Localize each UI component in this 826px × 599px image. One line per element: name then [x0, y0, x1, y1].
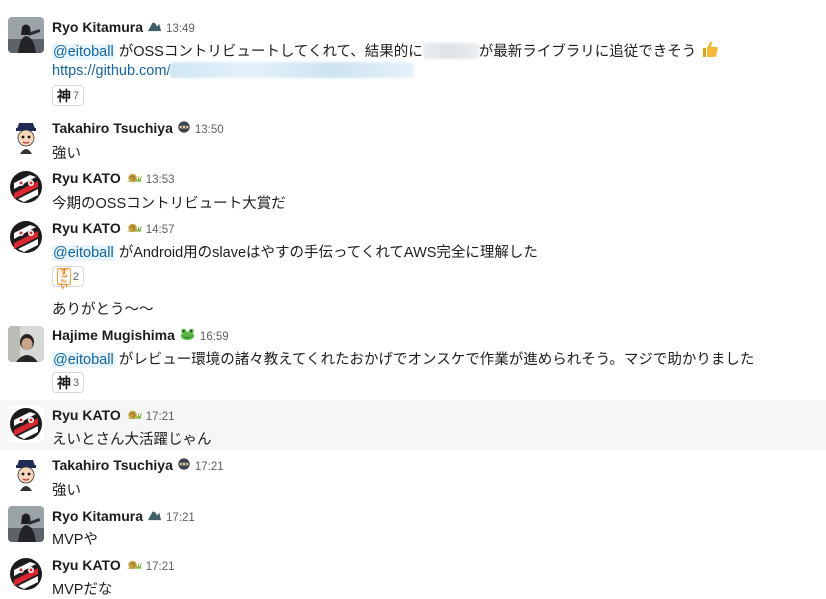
message-link[interactable]: https://github.com/ — [52, 62, 415, 79]
message-text: 強い — [52, 483, 81, 499]
avatar[interactable] — [8, 506, 44, 542]
snail-icon — [125, 408, 142, 426]
frog-icon — [179, 327, 196, 346]
avatar[interactable] — [8, 556, 44, 592]
avatar[interactable] — [8, 219, 44, 255]
avatar[interactable] — [8, 326, 44, 362]
snail-icon — [125, 171, 142, 189]
user-mention[interactable]: @eitoball — [52, 245, 115, 261]
message-text: MVPや — [52, 532, 98, 548]
message-text: 強い — [52, 146, 81, 162]
username[interactable]: Ryu KATO — [52, 407, 121, 423]
message: Ryo Kitamura 13:49 @eitoball がOSSコントリビュート… — [0, 13, 826, 113]
ninja-icon — [177, 120, 191, 139]
avatar[interactable] — [8, 455, 44, 491]
thumbs-up-icon — [700, 39, 720, 63]
redacted-text — [422, 43, 479, 59]
reaction-sugoi[interactable]: すごい 2 — [52, 266, 84, 290]
message: Hajime Mugishima 16:59 @eitoball がレビュー環境の… — [0, 320, 826, 400]
snail-icon — [125, 221, 142, 239]
message-text: @eitoball がレビュー環境の諸々教えてくれたおかげでオンスケで作業が進め… — [52, 352, 755, 368]
message-text: @eitoball がOSSコントリビュートしてくれて、結果的に が最新ライブラリ… — [52, 39, 720, 63]
user-mention[interactable]: @eitoball — [52, 352, 115, 368]
mountain-icon — [147, 507, 162, 527]
timestamp[interactable]: 14:57 — [146, 224, 175, 236]
message-text: ありがとう〜〜 — [52, 302, 154, 318]
message-text: MVPだな — [52, 582, 113, 598]
timestamp[interactable]: 13:50 — [195, 124, 224, 136]
ninja-icon — [177, 457, 191, 476]
message: Ryu KATO 14:57 @eitoball がAndroid用のslaveは… — [0, 213, 826, 320]
sugoi-emoji-icon: すごい — [57, 268, 71, 290]
message-text: @eitoball がAndroid用のslaveはやすの手伝ってくれてAWS完… — [52, 245, 538, 261]
message-text: えいとさん大活躍じゃん — [52, 432, 212, 448]
message: Ryu KATO 17:21 えいとさん大活躍じゃん — [0, 400, 826, 450]
timestamp[interactable]: 17:21 — [166, 512, 195, 524]
timestamp[interactable]: 17:21 — [146, 411, 175, 423]
username[interactable]: Ryu KATO — [52, 220, 121, 236]
reaction-kami[interactable]: 神3 — [52, 372, 84, 393]
message-text: 今期のOSSコントリビュート大賞だ — [52, 196, 286, 212]
github-link[interactable]: https://github.com/ — [52, 63, 170, 79]
message: Ryu KATO 17:21 MVPだな — [0, 550, 826, 599]
username[interactable]: Takahiro Tsuchiya — [52, 457, 173, 473]
message: Ryo Kitamura 17:21 MVPや — [0, 500, 826, 550]
snail-icon — [125, 558, 142, 576]
reaction-kami[interactable]: 神7 — [52, 85, 84, 106]
avatar[interactable] — [8, 169, 44, 205]
message: Takahiro Tsuchiya 17:21 強い — [0, 450, 826, 500]
message: Takahiro Tsuchiya 13:50 強い — [0, 113, 826, 163]
avatar[interactable] — [8, 17, 44, 53]
username[interactable]: Ryo Kitamura — [52, 508, 143, 524]
timestamp[interactable]: 16:59 — [200, 331, 229, 343]
timestamp[interactable]: 13:49 — [166, 23, 195, 35]
message: Ryu KATO 13:53 今期のOSSコントリビュート大賞だ — [0, 163, 826, 213]
user-mention[interactable]: @eitoball — [52, 44, 115, 60]
username[interactable]: Hajime Mugishima — [52, 327, 175, 343]
redacted-link — [170, 62, 415, 78]
username[interactable]: Ryo Kitamura — [52, 19, 143, 35]
timestamp[interactable]: 17:21 — [146, 561, 175, 573]
username[interactable]: Ryu KATO — [52, 557, 121, 573]
timestamp[interactable]: 17:21 — [195, 461, 224, 473]
username[interactable]: Takahiro Tsuchiya — [52, 120, 173, 136]
avatar[interactable] — [8, 118, 44, 154]
avatar[interactable] — [8, 406, 44, 442]
message-feed: Ryo Kitamura 13:49 @eitoball がOSSコントリビュート… — [0, 0, 826, 599]
mountain-icon — [147, 18, 162, 38]
timestamp[interactable]: 13:53 — [146, 174, 175, 186]
username[interactable]: Ryu KATO — [52, 170, 121, 186]
